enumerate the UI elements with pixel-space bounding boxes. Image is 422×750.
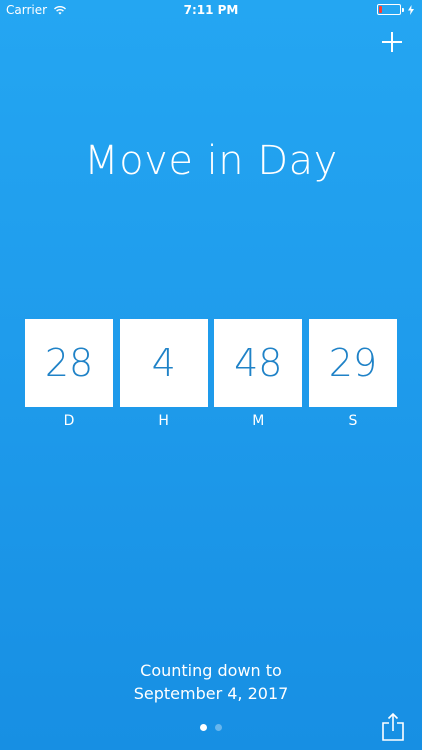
battery-icon <box>377 4 401 15</box>
target-date: September 4, 2017 <box>133 684 289 703</box>
minutes-label: M <box>252 413 265 429</box>
hours-label: H <box>158 413 169 429</box>
countdown-seconds: 29 S <box>308 319 397 429</box>
plus-icon <box>382 32 402 52</box>
countdown-minutes: 48 M <box>214 319 303 429</box>
countdown-hours: 4 H <box>119 319 208 429</box>
battery-tip <box>402 7 404 12</box>
add-event-button[interactable] <box>380 30 404 54</box>
page-indicator[interactable] <box>0 724 422 731</box>
share-icon <box>382 712 404 741</box>
days-value: 28 <box>25 319 113 407</box>
event-title: Move in Day <box>84 138 338 184</box>
page-dot[interactable] <box>200 724 207 731</box>
status-time: 7:11 PM <box>183 3 239 17</box>
days-label: D <box>63 413 75 429</box>
counting-down-label: Counting down to <box>140 661 282 680</box>
countdown: 28 D 4 H 48 M 29 S <box>25 319 397 429</box>
seconds-label: S <box>348 413 358 429</box>
bolt-icon <box>408 4 414 15</box>
status-bar: Carrier 7:11 PM <box>0 0 422 22</box>
hours-value: 4 <box>119 319 208 407</box>
share-button[interactable] <box>380 712 406 742</box>
page-dot[interactable] <box>215 724 222 731</box>
countdown-days: 28 D <box>25 319 113 429</box>
battery-indicator <box>377 4 414 15</box>
battery-fill <box>379 6 382 13</box>
seconds-value: 29 <box>308 319 397 407</box>
minutes-value: 48 <box>214 319 303 407</box>
